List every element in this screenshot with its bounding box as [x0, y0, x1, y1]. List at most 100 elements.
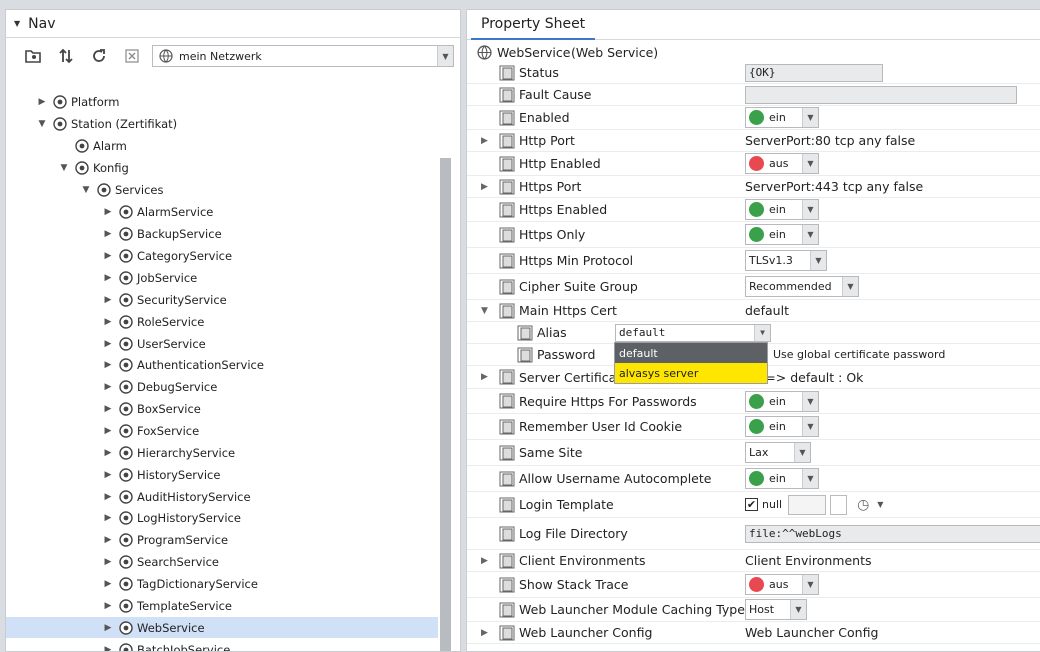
tree-item[interactable]: ▶ RoleService [6, 311, 438, 332]
tree-item[interactable]: ▶ AlarmService [6, 201, 438, 222]
null-checkbox[interactable]: ✔ [745, 498, 758, 511]
nav-scrollbar[interactable] [440, 158, 451, 651]
property-row[interactable]: ▶ Web Launcher Config Web Launcher Config [467, 622, 1040, 644]
property-row[interactable]: Enabled ein ▼ [467, 106, 1040, 130]
property-row[interactable]: Log File Directory file:^^webLogs [467, 518, 1040, 550]
expand-icon[interactable]: ▶ [102, 601, 114, 611]
template-field-2[interactable] [830, 494, 848, 515]
sync-tree-button[interactable] [49, 44, 82, 68]
expand-icon[interactable]: ▶ [481, 628, 488, 638]
chevron-down-icon[interactable]: ▼ [802, 417, 818, 436]
chevron-down-icon[interactable]: ▼ [802, 200, 818, 219]
tree-item[interactable]: ▶ BatchJobService [6, 639, 438, 652]
property-row[interactable]: Require Https For Passwords ein ▼ [467, 389, 1040, 414]
expand-icon[interactable]: ▶ [102, 273, 114, 283]
enum-select[interactable]: aus ▼ [745, 153, 819, 174]
alias-select[interactable]: default ▼ [615, 323, 771, 342]
tree-item[interactable]: ▶ SearchService [6, 551, 438, 572]
property-row[interactable]: Web Launcher Module Caching Type Host ▼ [467, 598, 1040, 622]
enum-select[interactable]: ein ▼ [745, 224, 819, 245]
expand-icon[interactable]: ▶ [102, 317, 114, 327]
chevron-down-icon[interactable]: ▼ [802, 469, 818, 488]
tree-item[interactable]: ▶ TagDictionaryService [6, 573, 438, 594]
tree-item[interactable]: ▶ FoxService [6, 420, 438, 441]
expand-icon[interactable]: ▶ [102, 513, 114, 523]
tree-item[interactable]: ▼ Konfig [6, 157, 438, 178]
property-row[interactable]: ▼ Main Https Cert default [467, 300, 1040, 322]
property-row[interactable]: Https Min Protocol TLSv1.3 ▼ [467, 248, 1040, 274]
chevron-down-icon[interactable]: ▼ [794, 443, 810, 462]
chevron-down-icon[interactable]: ▼ [790, 600, 806, 619]
expand-icon[interactable]: ▶ [102, 229, 114, 239]
tree-item[interactable]: ▶ BoxService [6, 398, 438, 419]
expand-icon[interactable]: ▶ [102, 295, 114, 305]
expanded-icon[interactable]: ▼ [36, 119, 48, 129]
chevron-down-icon[interactable]: ▼ [802, 154, 818, 173]
expand-icon[interactable]: ▶ [102, 360, 114, 370]
value-field[interactable]: file:^^webLogs [745, 524, 1040, 543]
expand-icon[interactable]: ▶ [102, 404, 114, 414]
template-field[interactable] [788, 494, 827, 515]
expand-icon[interactable]: ▶ [102, 382, 114, 392]
tree-item[interactable]: ▶ BackupService [6, 223, 438, 244]
enum-select[interactable]: ein ▼ [745, 416, 819, 437]
tree-item[interactable]: ▶ DebugService [6, 376, 438, 397]
root-row[interactable]: WebService (Web Service) [467, 42, 1040, 62]
close-button[interactable] [115, 44, 148, 68]
property-row[interactable]: ▶ Http Port ServerPort:80 tcp any false [467, 130, 1040, 152]
chevron-down-icon[interactable]: ▼ [802, 391, 818, 411]
enum-select[interactable]: aus ▼ [745, 574, 819, 595]
tab-property-sheet[interactable]: Property Sheet [471, 10, 596, 40]
expand-icon[interactable]: ▶ [481, 182, 488, 192]
chevron-down-icon[interactable]: ▼ [810, 251, 826, 270]
tree-item[interactable]: ▶ AuditHistoryService [6, 486, 438, 507]
property-row[interactable]: Login Template ✔ null ◷ ▼ [467, 492, 1040, 518]
expand-icon[interactable]: ▶ [102, 251, 114, 261]
property-row[interactable]: ▶ Client Environments Client Environments [467, 550, 1040, 572]
property-row[interactable]: Remember User Id Cookie ein ▼ [467, 414, 1040, 440]
enum-select[interactable]: TLSv1.3 ▼ [745, 250, 827, 271]
expand-icon[interactable]: ▶ [102, 207, 114, 217]
property-row[interactable]: Cipher Suite Group Recommended ▼ [467, 274, 1040, 300]
expand-icon[interactable]: ▶ [102, 339, 114, 349]
property-row[interactable]: Status {OK} [467, 62, 1040, 84]
alias-option-alvasys-server[interactable]: alvasys server [615, 363, 767, 383]
tree-item[interactable]: ▶ JobService [6, 267, 438, 288]
expand-icon[interactable]: ▶ [102, 448, 114, 458]
expand-icon[interactable]: ▶ [102, 426, 114, 436]
tree-item[interactable]: ▶ SecurityService [6, 289, 438, 310]
chevron-down-icon[interactable]: ▼ [754, 324, 770, 341]
tree-item[interactable]: ▼ Services [6, 179, 438, 200]
expand-icon[interactable]: ▶ [102, 557, 114, 567]
tree-item[interactable]: ▶ ProgramService [6, 529, 438, 550]
folder-button[interactable] [16, 44, 49, 68]
expand-icon[interactable]: ▶ [102, 579, 114, 589]
value-field[interactable] [745, 85, 1017, 104]
tree-item[interactable]: ▶ TemplateService [6, 595, 438, 616]
expand-icon[interactable]: ▶ [481, 372, 488, 382]
property-row[interactable]: Same Site Lax ▼ [467, 440, 1040, 466]
chevron-down-icon[interactable]: ▼ [802, 225, 818, 244]
chevron-down-icon[interactable]: ▼ [437, 46, 453, 66]
property-row[interactable]: Https Only ein ▼ [467, 222, 1040, 248]
expand-icon[interactable]: ▶ [102, 470, 114, 480]
tree-item[interactable]: ▼ Station (Zertifikat) [6, 113, 438, 134]
expanded-icon[interactable]: ▼ [58, 163, 70, 173]
tree-item[interactable]: ▶ CategoryService [6, 245, 438, 266]
property-row[interactable]: ▶ Https Port ServerPort:443 tcp any false [467, 176, 1040, 198]
alias-option-default[interactable]: default [615, 343, 767, 363]
tree-item[interactable]: ▶ LogHistoryService [6, 507, 438, 528]
collapse-icon[interactable]: ▼ [14, 19, 20, 28]
expanded-icon[interactable]: ▼ [80, 185, 92, 195]
property-row[interactable]: Alias default ▼ [467, 322, 1040, 344]
enum-select[interactable]: ein ▼ [745, 107, 819, 128]
tree-item[interactable]: Alarm [6, 135, 438, 156]
refresh-button[interactable] [82, 44, 115, 68]
expand-icon[interactable]: ▶ [102, 623, 114, 633]
tree-item[interactable]: ▶ WebService [6, 617, 438, 638]
property-row[interactable]: Fault Cause [467, 84, 1040, 106]
network-select[interactable]: mein Netzwerk ▼ [152, 45, 454, 67]
chevron-down-icon[interactable]: ▼ [802, 575, 818, 594]
expand-icon[interactable]: ▶ [102, 645, 114, 652]
property-row[interactable]: Show Stack Trace aus ▼ [467, 572, 1040, 598]
